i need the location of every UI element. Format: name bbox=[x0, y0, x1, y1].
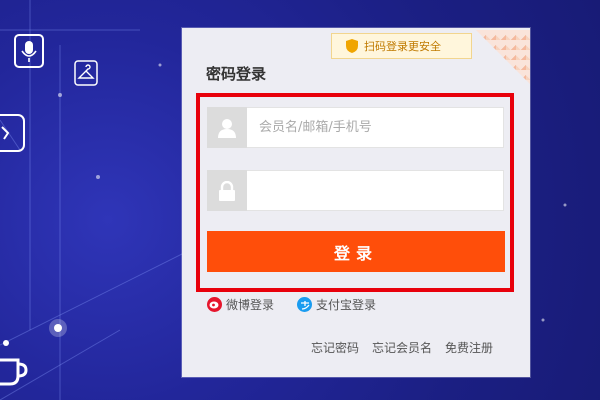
page-title: 密码登录 bbox=[206, 65, 267, 83]
alipay-icon bbox=[297, 297, 312, 312]
weibo-login-link[interactable]: 微博登录 bbox=[207, 296, 274, 313]
alipay-login-label: 支付宝登录 bbox=[316, 298, 377, 312]
weibo-icon bbox=[207, 297, 222, 312]
alipay-login-link[interactable]: 支付宝登录 bbox=[297, 296, 376, 313]
password-input[interactable] bbox=[257, 182, 491, 199]
lock-icon bbox=[207, 170, 247, 211]
forgot-password-link[interactable]: 忘记密码 bbox=[311, 339, 359, 356]
qr-login-tip-label: 扫码登录更安全 bbox=[364, 40, 441, 53]
forgot-member-name-link[interactable]: 忘记会员名 bbox=[372, 339, 432, 356]
cup-icon bbox=[0, 358, 28, 386]
shield-icon bbox=[346, 39, 358, 53]
password-field[interactable] bbox=[207, 170, 504, 211]
help-links: 忘记密码 忘记会员名 免费注册 bbox=[311, 339, 493, 356]
login-button[interactable]: 登录 bbox=[207, 231, 505, 272]
username-input[interactable] bbox=[257, 119, 491, 136]
username-field[interactable] bbox=[207, 107, 504, 148]
register-link[interactable]: 免费注册 bbox=[445, 339, 493, 356]
hanger-icon bbox=[74, 60, 98, 86]
qr-login-tip[interactable]: 扫码登录更安全 bbox=[331, 33, 472, 59]
user-icon bbox=[207, 107, 247, 148]
microphone-icon bbox=[14, 34, 44, 68]
weibo-login-label: 微博登录 bbox=[226, 298, 275, 312]
phone-icon bbox=[0, 114, 25, 152]
